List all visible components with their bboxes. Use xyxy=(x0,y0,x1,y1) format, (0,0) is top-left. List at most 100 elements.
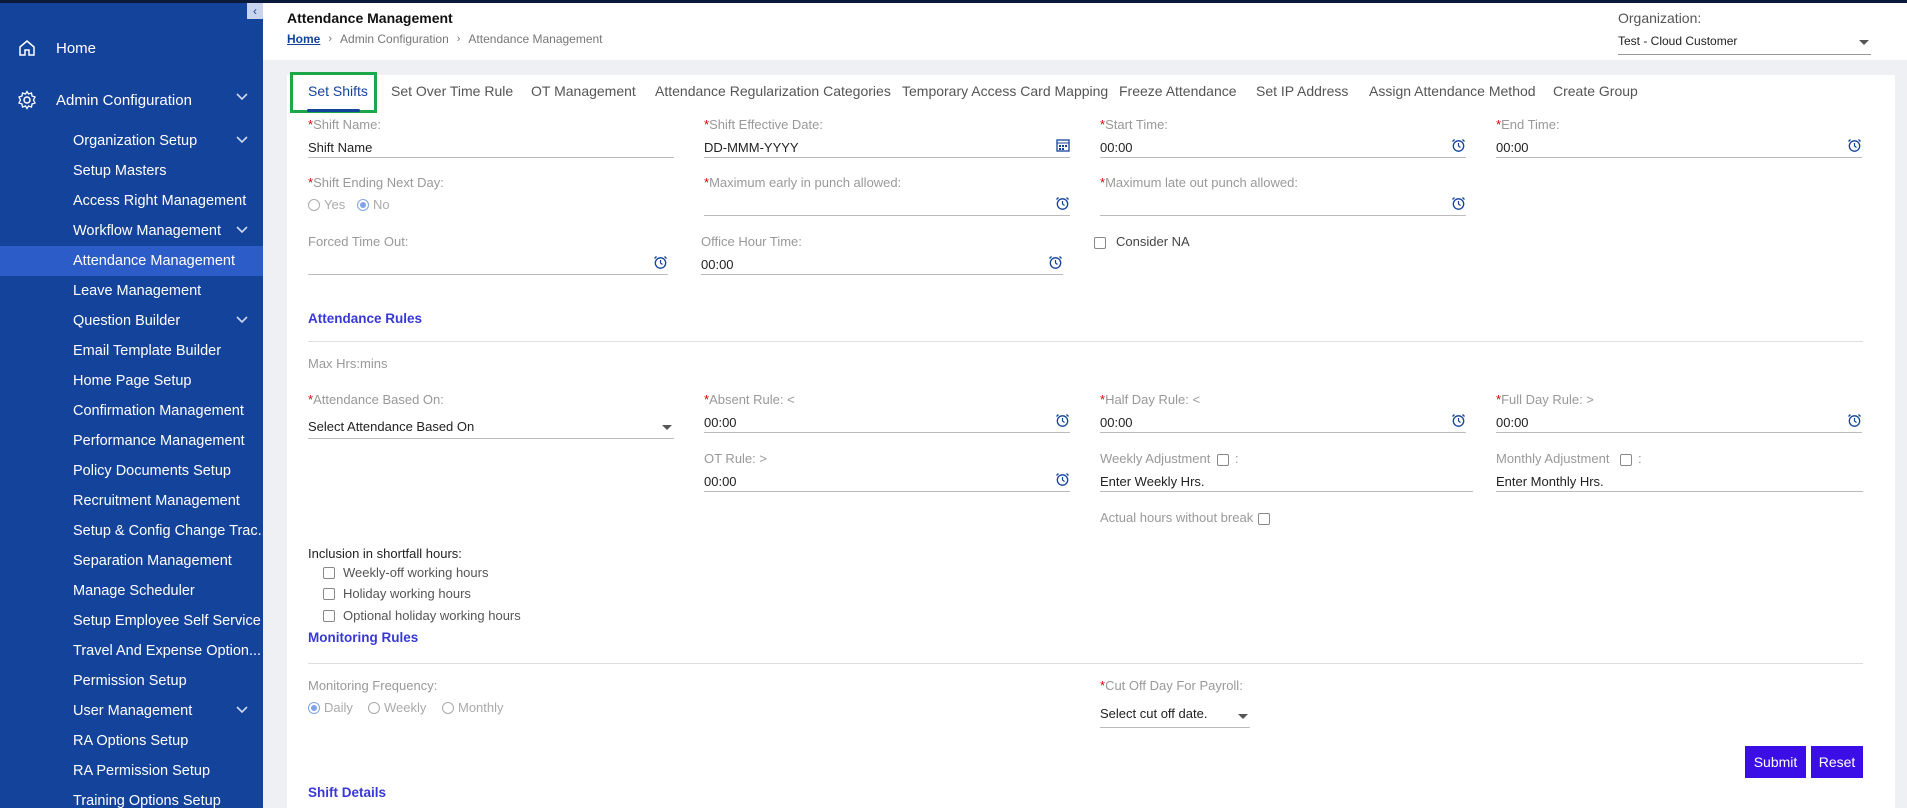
half-day-rule-input[interactable]: 00:00 xyxy=(1100,413,1466,433)
radio-dot xyxy=(442,701,454,714)
tab-freeze-attendance[interactable]: Freeze Attendance xyxy=(1119,83,1237,99)
radio-dot xyxy=(308,198,320,211)
alarm-clock-icon[interactable] xyxy=(1055,196,1070,214)
chevron-right-icon: › xyxy=(456,33,461,45)
tab-create-group[interactable]: Create Group xyxy=(1553,83,1638,99)
alarm-clock-icon[interactable] xyxy=(1055,472,1070,490)
sidebar-item-label: Recruitment Management xyxy=(73,493,240,509)
forced-time-out-input[interactable] xyxy=(308,255,668,275)
caret-down-icon xyxy=(662,425,672,430)
office-hour-time-input[interactable]: 00:00 xyxy=(701,255,1063,275)
tab-bar: Set Shifts Set Over Time Rule OT Managem… xyxy=(287,72,1895,113)
sidebar-item-ra-permission-setup[interactable]: RA Permission Setup xyxy=(0,756,263,786)
absent-rule-label: *Absent Rule: < xyxy=(704,392,795,407)
sidebar-item-label: Attendance Management xyxy=(73,253,236,269)
tab-ot-management[interactable]: OT Management xyxy=(531,83,636,99)
shift-ending-next-day-label: *Shift Ending Next Day: xyxy=(308,175,444,190)
weekly-adjustment-checkbox[interactable] xyxy=(1217,454,1229,466)
alarm-clock-icon[interactable] xyxy=(1451,196,1466,214)
forced-time-out-label: Forced Time Out: xyxy=(308,234,409,249)
sidebar-item-workflow-management[interactable]: Workflow Management xyxy=(0,216,263,246)
monthly-adjustment-input[interactable]: Enter Monthly Hrs. xyxy=(1496,472,1863,492)
tab-set-ip-address[interactable]: Set IP Address xyxy=(1256,83,1348,99)
sidebar-item-recruitment-management[interactable]: Recruitment Management xyxy=(0,486,263,516)
alarm-clock-icon[interactable] xyxy=(653,255,668,273)
alarm-clock-icon[interactable] xyxy=(1451,138,1466,156)
radio-shift-ending-no[interactable]: No xyxy=(357,197,390,212)
sidebar-item-confirmation-management[interactable]: Confirmation Management xyxy=(0,396,263,426)
breadcrumb-home-link[interactable]: Home xyxy=(287,32,320,46)
weekly-adjustment-input[interactable]: Enter Weekly Hrs. xyxy=(1100,472,1473,492)
page-title: Attendance Management xyxy=(287,10,453,26)
absent-rule-input[interactable]: 00:00 xyxy=(704,413,1070,433)
sidebar-collapse-button[interactable]: ‹ xyxy=(247,3,263,19)
ot-rule-label: OT Rule: > xyxy=(704,451,767,466)
cut-off-day-select[interactable]: Select cut off date. xyxy=(1100,702,1250,728)
radio-frequency-monthly[interactable]: Monthly xyxy=(442,700,504,715)
sidebar-item-setup-masters[interactable]: Setup Masters xyxy=(0,156,263,186)
alarm-clock-icon[interactable] xyxy=(1847,413,1862,431)
sidebar-item-leave-management[interactable]: Leave Management xyxy=(0,276,263,306)
sidebar-item-setup-employee-self-service[interactable]: Setup Employee Self Service xyxy=(0,606,263,636)
tab-temporary-access-card-mapping[interactable]: Temporary Access Card Mapping xyxy=(902,83,1108,99)
shortfall-weekly-off[interactable]: Weekly-off working hours xyxy=(323,565,488,580)
end-time-label: *End Time: xyxy=(1496,117,1560,132)
organization-select[interactable]: Test - Cloud Customer xyxy=(1618,30,1871,55)
sidebar-item-email-template-builder[interactable]: Email Template Builder xyxy=(0,336,263,366)
attendance-rules-title: Attendance Rules xyxy=(308,311,423,326)
sidebar-item-question-builder[interactable]: Question Builder xyxy=(0,306,263,336)
checkbox[interactable] xyxy=(323,587,335,600)
nav-admin-configuration[interactable]: Admin Configuration xyxy=(0,75,263,125)
sidebar-item-ra-options-setup[interactable]: RA Options Setup xyxy=(0,726,263,756)
tab-set-shifts[interactable]: Set Shifts xyxy=(308,83,368,99)
sidebar-item-home-page-setup[interactable]: Home Page Setup xyxy=(0,366,263,396)
radio-frequency-weekly[interactable]: Weekly xyxy=(368,700,426,715)
checkbox[interactable] xyxy=(323,566,335,579)
main-content: Set Shifts Set Over Time Rule OT Managem… xyxy=(287,72,1895,808)
start-time-input[interactable]: 00:00 xyxy=(1100,138,1466,158)
alarm-clock-icon[interactable] xyxy=(1048,255,1063,273)
reset-button[interactable]: Reset xyxy=(1811,746,1863,778)
alarm-clock-icon[interactable] xyxy=(1055,413,1070,431)
sidebar-item-organization-setup[interactable]: Organization Setup xyxy=(0,126,263,156)
sidebar-item-travel-and-expense-option[interactable]: Travel And Expense Option... xyxy=(0,636,263,666)
radio-shift-ending-yes[interactable]: Yes xyxy=(308,197,345,212)
tab-assign-attendance-method[interactable]: Assign Attendance Method xyxy=(1369,83,1536,99)
chevron-down-icon xyxy=(235,135,249,145)
sidebar-item-attendance-management[interactable]: Attendance Management xyxy=(0,246,263,276)
sidebar-item-manage-scheduler[interactable]: Manage Scheduler xyxy=(0,576,263,606)
monthly-adjustment-checkbox[interactable] xyxy=(1620,454,1632,466)
monthly-adjustment-colon: : xyxy=(1638,451,1642,466)
submit-button[interactable]: Submit xyxy=(1745,746,1806,778)
sidebar-item-setup-config-change-trac[interactable]: Setup & Config Change Trac... xyxy=(0,516,263,546)
consider-na-checkbox[interactable] xyxy=(1094,237,1106,249)
shortfall-optional-holiday[interactable]: Optional holiday working hours xyxy=(323,608,521,623)
alarm-clock-icon[interactable] xyxy=(1847,138,1862,156)
sidebar-item-performance-management[interactable]: Performance Management xyxy=(0,426,263,456)
max-late-punch-input[interactable] xyxy=(1100,196,1466,216)
full-day-rule-input[interactable]: 00:00 xyxy=(1496,413,1862,433)
shift-effective-date-input[interactable]: DD-MMM-YYYY xyxy=(704,138,1070,158)
sidebar-item-label: Performance Management xyxy=(73,433,245,449)
sidebar-item-user-management[interactable]: User Management xyxy=(0,696,263,726)
shift-name-input[interactable]: Shift Name xyxy=(308,138,674,158)
shortfall-holiday[interactable]: Holiday working hours xyxy=(323,586,471,601)
alarm-clock-icon[interactable] xyxy=(1451,413,1466,431)
tab-attendance-regularization-categories[interactable]: Attendance Regularization Categories xyxy=(655,83,891,99)
calendar-icon[interactable] xyxy=(1056,138,1070,155)
tab-set-over-time-rule[interactable]: Set Over Time Rule xyxy=(391,83,513,99)
sidebar-item-training-options-setup[interactable]: Training Options Setup xyxy=(0,786,263,808)
nav-home[interactable]: Home xyxy=(0,23,263,73)
attendance-based-on-select[interactable]: Select Attendance Based On xyxy=(308,415,674,439)
checkbox[interactable] xyxy=(323,609,335,622)
sidebar-item-permission-setup[interactable]: Permission Setup xyxy=(0,666,263,696)
sidebar-item-policy-documents-setup[interactable]: Policy Documents Setup xyxy=(0,456,263,486)
ot-rule-input[interactable]: 00:00 xyxy=(704,472,1070,492)
actual-hours-checkbox[interactable] xyxy=(1258,513,1270,525)
sidebar-item-separation-management[interactable]: Separation Management xyxy=(0,546,263,576)
end-time-input[interactable]: 00:00 xyxy=(1496,138,1862,158)
chevron-right-icon: › xyxy=(328,33,333,45)
max-early-punch-input[interactable] xyxy=(704,196,1070,216)
sidebar-item-access-right-management[interactable]: Access Right Management xyxy=(0,186,263,216)
radio-frequency-daily[interactable]: Daily xyxy=(308,700,353,715)
